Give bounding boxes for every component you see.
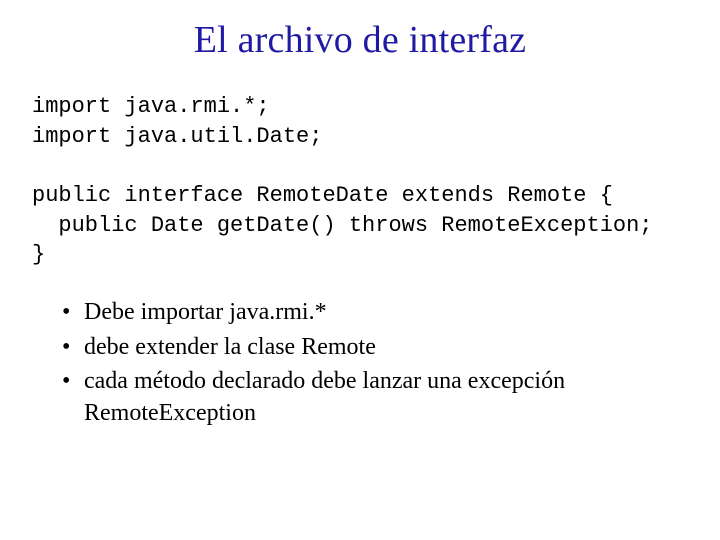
bullet-list: Debe importar java.rmi.* debe extender l… [32,296,688,430]
list-item: debe extender la clase Remote [62,331,688,363]
list-item: Debe importar java.rmi.* [62,296,688,328]
code-block: import java.rmi.*; import java.util.Date… [32,92,688,270]
slide-title: El archivo de interfaz [32,18,688,62]
code-line: public interface RemoteDate extends Remo… [32,183,613,208]
code-line: import java.rmi.*; [32,94,270,119]
code-line: } [32,242,45,267]
code-line: public Date getDate() throws RemoteExcep… [32,213,653,238]
list-item: cada método declarado debe lanzar una ex… [62,365,688,430]
code-line: import java.util.Date; [32,124,322,149]
slide: El archivo de interfaz import java.rmi.*… [0,0,720,540]
